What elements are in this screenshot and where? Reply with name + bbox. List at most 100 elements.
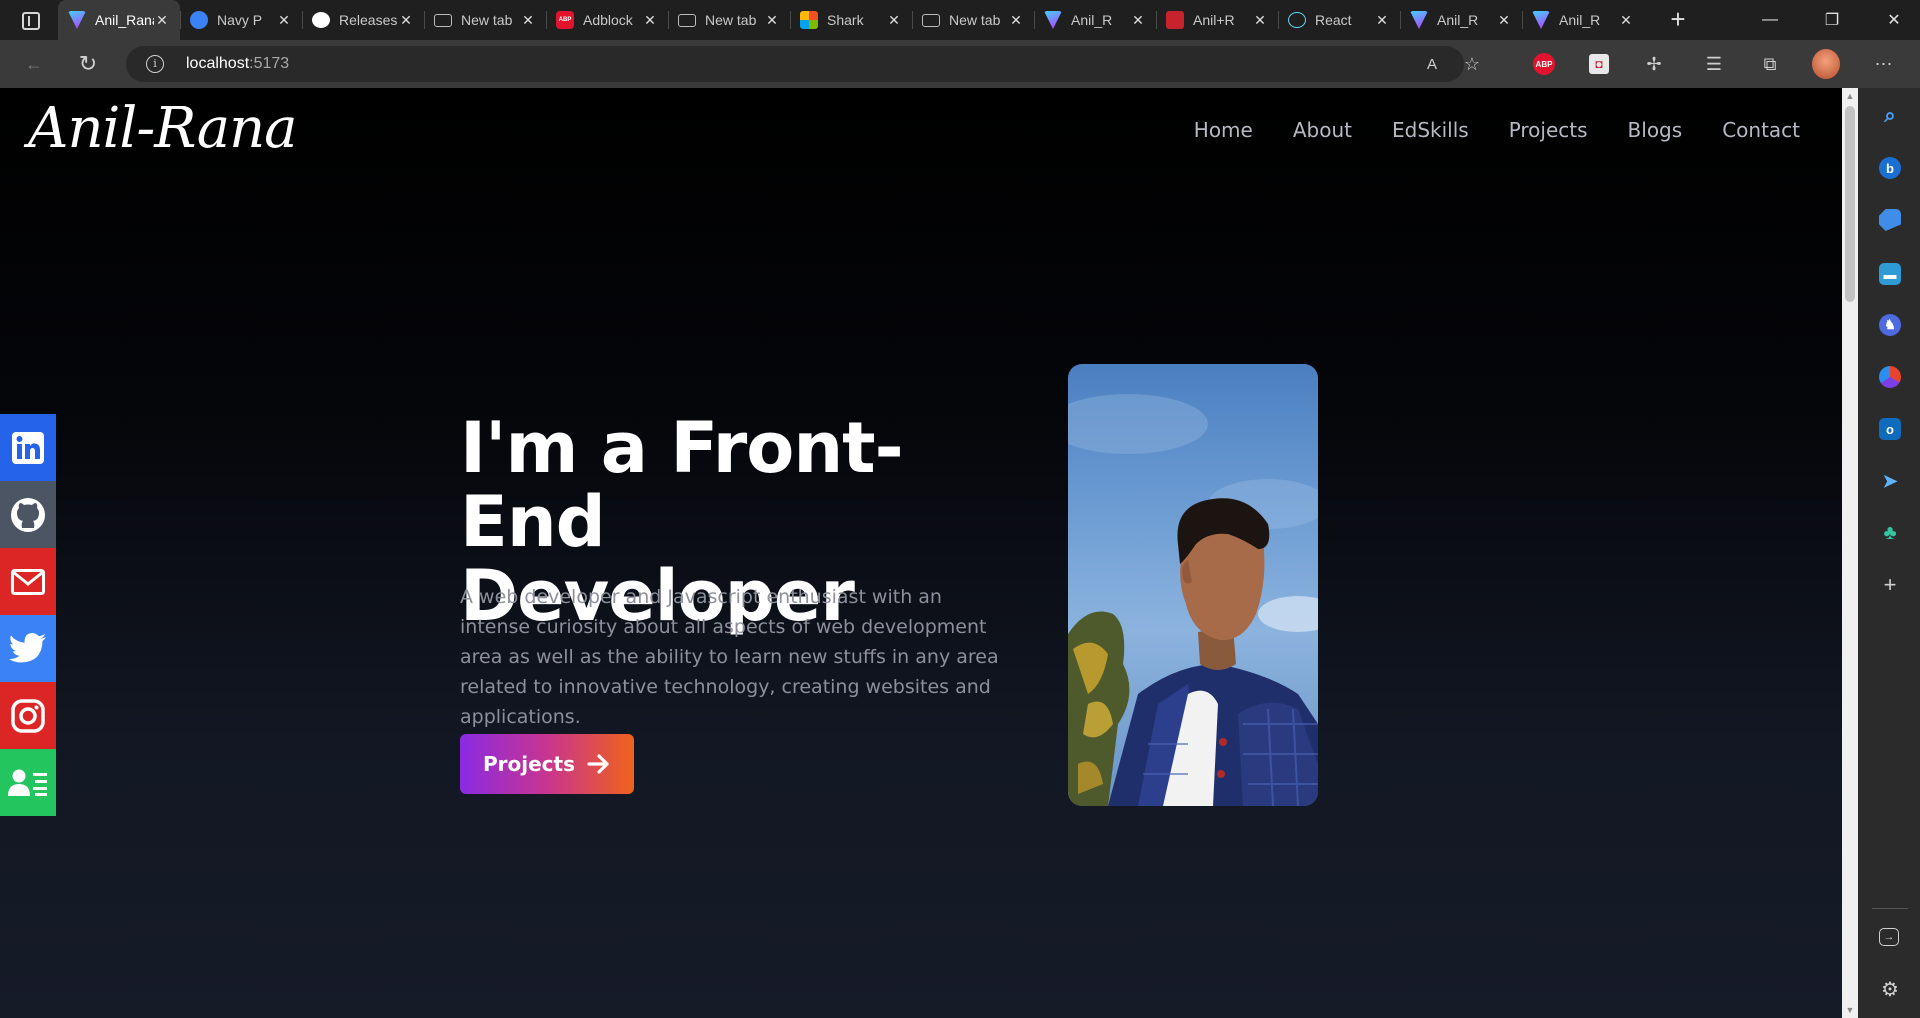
close-tab-icon[interactable]: ✕ [642, 12, 658, 29]
favorites-icon[interactable]: ☰ [1700, 50, 1728, 78]
main-nav: Home About EdSkills Projects Blogs Conta… [1194, 118, 1800, 142]
tab[interactable]: New tab ✕ [912, 0, 1034, 40]
send-icon[interactable]: ➤ [1879, 470, 1901, 492]
scroll-up-icon[interactable]: ▲ [1842, 88, 1858, 104]
pocket-extension-icon[interactable]: ◘ [1585, 50, 1613, 78]
nav-edskills[interactable]: EdSkills [1392, 118, 1469, 142]
scroll-down-icon[interactable]: ▼ [1842, 1002, 1858, 1018]
tab[interactable]: New tab ✕ [424, 0, 546, 40]
close-tab-icon[interactable]: ✕ [1130, 12, 1146, 29]
tab[interactable]: React ✕ [1278, 0, 1400, 40]
tab-actions-icon[interactable] [14, 8, 46, 32]
tools-icon[interactable]: ▬ [1879, 263, 1901, 285]
tab-title: Anil_R [1559, 12, 1601, 28]
nav-home[interactable]: Home [1194, 118, 1253, 142]
page-scrollbar[interactable]: ▲ ▼ [1842, 88, 1858, 1018]
collections-icon[interactable]: ⧉ [1756, 50, 1784, 78]
tab-title: Shark [827, 12, 864, 28]
profile-avatar[interactable] [1812, 49, 1840, 79]
close-tab-icon[interactable]: ✕ [1252, 12, 1268, 29]
site-logo[interactable]: Anil-Rana [28, 96, 298, 161]
abp-extension-icon[interactable]: ABP [1530, 50, 1558, 78]
tab[interactable]: Anil_R ✕ [1034, 0, 1156, 40]
add-favorite-icon[interactable]: ☆ [1458, 50, 1486, 78]
tab[interactable]: Navy P ✕ [180, 0, 302, 40]
tab-strip: Anil_Rana ✕ Navy P ✕ Releases ✕ New tab ✕ AB… [58, 0, 1644, 40]
vite-icon [1044, 11, 1062, 29]
search-icon[interactable]: ⌕ [1879, 105, 1901, 127]
tab[interactable]: ABP Adblock ✕ [546, 0, 668, 40]
tab-title: Anil_Rana [95, 12, 154, 28]
bing-icon[interactable]: b [1879, 157, 1901, 179]
close-tab-icon[interactable]: ✕ [886, 12, 902, 29]
tab[interactable]: New tab ✕ [668, 0, 790, 40]
extensions-icon[interactable]: ✢ [1640, 50, 1668, 78]
restore-icon[interactable]: ❐ [1808, 0, 1856, 40]
read-aloud-icon[interactable]: A [1418, 50, 1446, 78]
close-tab-icon[interactable]: ✕ [764, 12, 780, 29]
office-icon[interactable] [1879, 366, 1901, 388]
instagram-icon[interactable] [0, 682, 56, 749]
projects-button-label: Projects [482, 752, 575, 776]
tab[interactable]: Anil+R ✕ [1156, 0, 1278, 40]
tab[interactable]: Shark ✕ [790, 0, 912, 40]
projects-button[interactable]: Projects [460, 734, 634, 794]
minimize-icon[interactable]: — [1746, 0, 1794, 40]
close-tab-icon[interactable]: ✕ [398, 12, 414, 29]
tab-title: Anil_R [1071, 12, 1113, 28]
close-tab-icon[interactable]: ✕ [1374, 12, 1390, 29]
mail-icon[interactable] [0, 548, 56, 615]
close-tab-icon[interactable]: ✕ [276, 12, 292, 29]
close-tab-icon[interactable]: ✕ [1008, 12, 1024, 29]
add-icon[interactable]: + [1879, 572, 1901, 597]
settings-icon[interactable]: ⚙ [1879, 978, 1901, 1001]
pdf-icon [1166, 11, 1184, 29]
site-info-icon[interactable]: i [146, 55, 164, 73]
github-icon [312, 12, 330, 28]
vite-icon [1532, 11, 1550, 29]
shopping-icon[interactable] [1879, 209, 1901, 231]
tab[interactable]: Releases ✕ [302, 0, 424, 40]
abp-icon: ABP [556, 11, 574, 29]
back-icon[interactable]: ← [20, 50, 48, 78]
nav-projects[interactable]: Projects [1509, 118, 1588, 142]
settings-more-icon[interactable]: ⋯ [1870, 50, 1898, 78]
close-tab-icon[interactable]: ✕ [1496, 12, 1512, 29]
tab[interactable]: Anil_R ✕ [1400, 0, 1522, 40]
url-text[interactable]: localhost:5173 [186, 55, 289, 73]
close-tab-icon[interactable]: ✕ [520, 12, 536, 29]
tab-title: Anil+R [1193, 12, 1235, 28]
tree-icon[interactable]: ♣ [1879, 522, 1901, 544]
tab-title: React [1315, 12, 1352, 28]
close-tab-icon[interactable]: ✕ [1618, 12, 1634, 29]
games-icon[interactable]: ♞ [1879, 314, 1901, 336]
profile-photo [1068, 364, 1318, 806]
outlook-icon[interactable]: o [1879, 418, 1901, 440]
nav-blogs[interactable]: Blogs [1628, 118, 1683, 142]
refresh-icon[interactable]: ↻ [74, 50, 102, 78]
newtab-icon [678, 13, 696, 27]
navy-icon [190, 11, 208, 29]
browser-toolbar: ← ↻ i localhost:5173 A ☆ ABP ◘ ✢ ☰ ⧉ ⋯ [0, 40, 1920, 88]
tab-title: New tab [949, 12, 1001, 28]
vite-icon [1410, 11, 1428, 29]
resume-icon[interactable] [0, 749, 56, 816]
close-tab-icon[interactable]: ✕ [154, 12, 170, 29]
hide-sidebar-icon[interactable]: → [1879, 928, 1899, 946]
tab[interactable]: Anil_R ✕ [1522, 0, 1644, 40]
sidebar-divider [1872, 908, 1908, 909]
close-window-icon[interactable]: ✕ [1870, 0, 1918, 40]
nav-about[interactable]: About [1293, 118, 1352, 142]
scrollbar-thumb[interactable] [1845, 106, 1855, 302]
new-tab-icon[interactable]: + [1664, 6, 1692, 34]
tab-title: Adblock [583, 12, 633, 28]
linkedin-icon[interactable] [0, 414, 56, 481]
twitter-icon[interactable] [0, 615, 56, 682]
nav-contact[interactable]: Contact [1722, 118, 1800, 142]
tab[interactable]: Anil_Rana ✕ [58, 0, 180, 40]
browser-tab-bar: Anil_Rana ✕ Navy P ✕ Releases ✕ New tab ✕ AB… [0, 0, 1920, 40]
github-icon[interactable] [0, 481, 56, 548]
tab-title: New tab [461, 12, 513, 28]
social-sidebar [0, 414, 56, 816]
address-bar[interactable]: i localhost:5173 A ☆ [126, 46, 1480, 82]
